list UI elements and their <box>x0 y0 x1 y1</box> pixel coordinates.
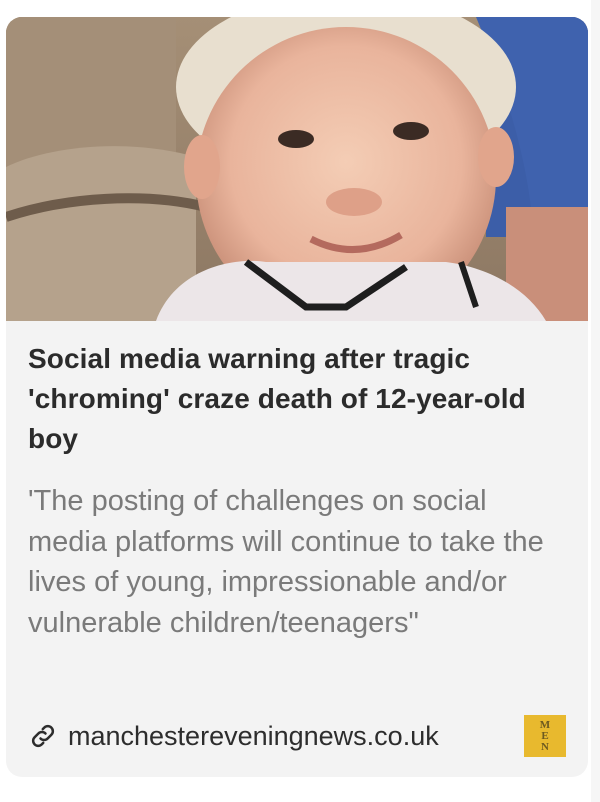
boy-photo <box>6 17 588 321</box>
link-preview-card[interactable]: Social media warning after tragic 'chrom… <box>6 17 588 777</box>
publisher-favicon: MEN <box>524 715 566 757</box>
article-image[interactable] <box>6 17 588 321</box>
source-row[interactable]: manchestereveningnews.co.uk MEN <box>28 715 566 757</box>
page-edge <box>591 0 600 802</box>
article-title[interactable]: Social media warning after tragic 'chrom… <box>28 339 566 459</box>
article-description: 'The posting of challenges on social med… <box>28 485 544 639</box>
source-domain[interactable]: manchestereveningnews.co.uk <box>68 721 439 752</box>
link-icon <box>28 721 58 751</box>
